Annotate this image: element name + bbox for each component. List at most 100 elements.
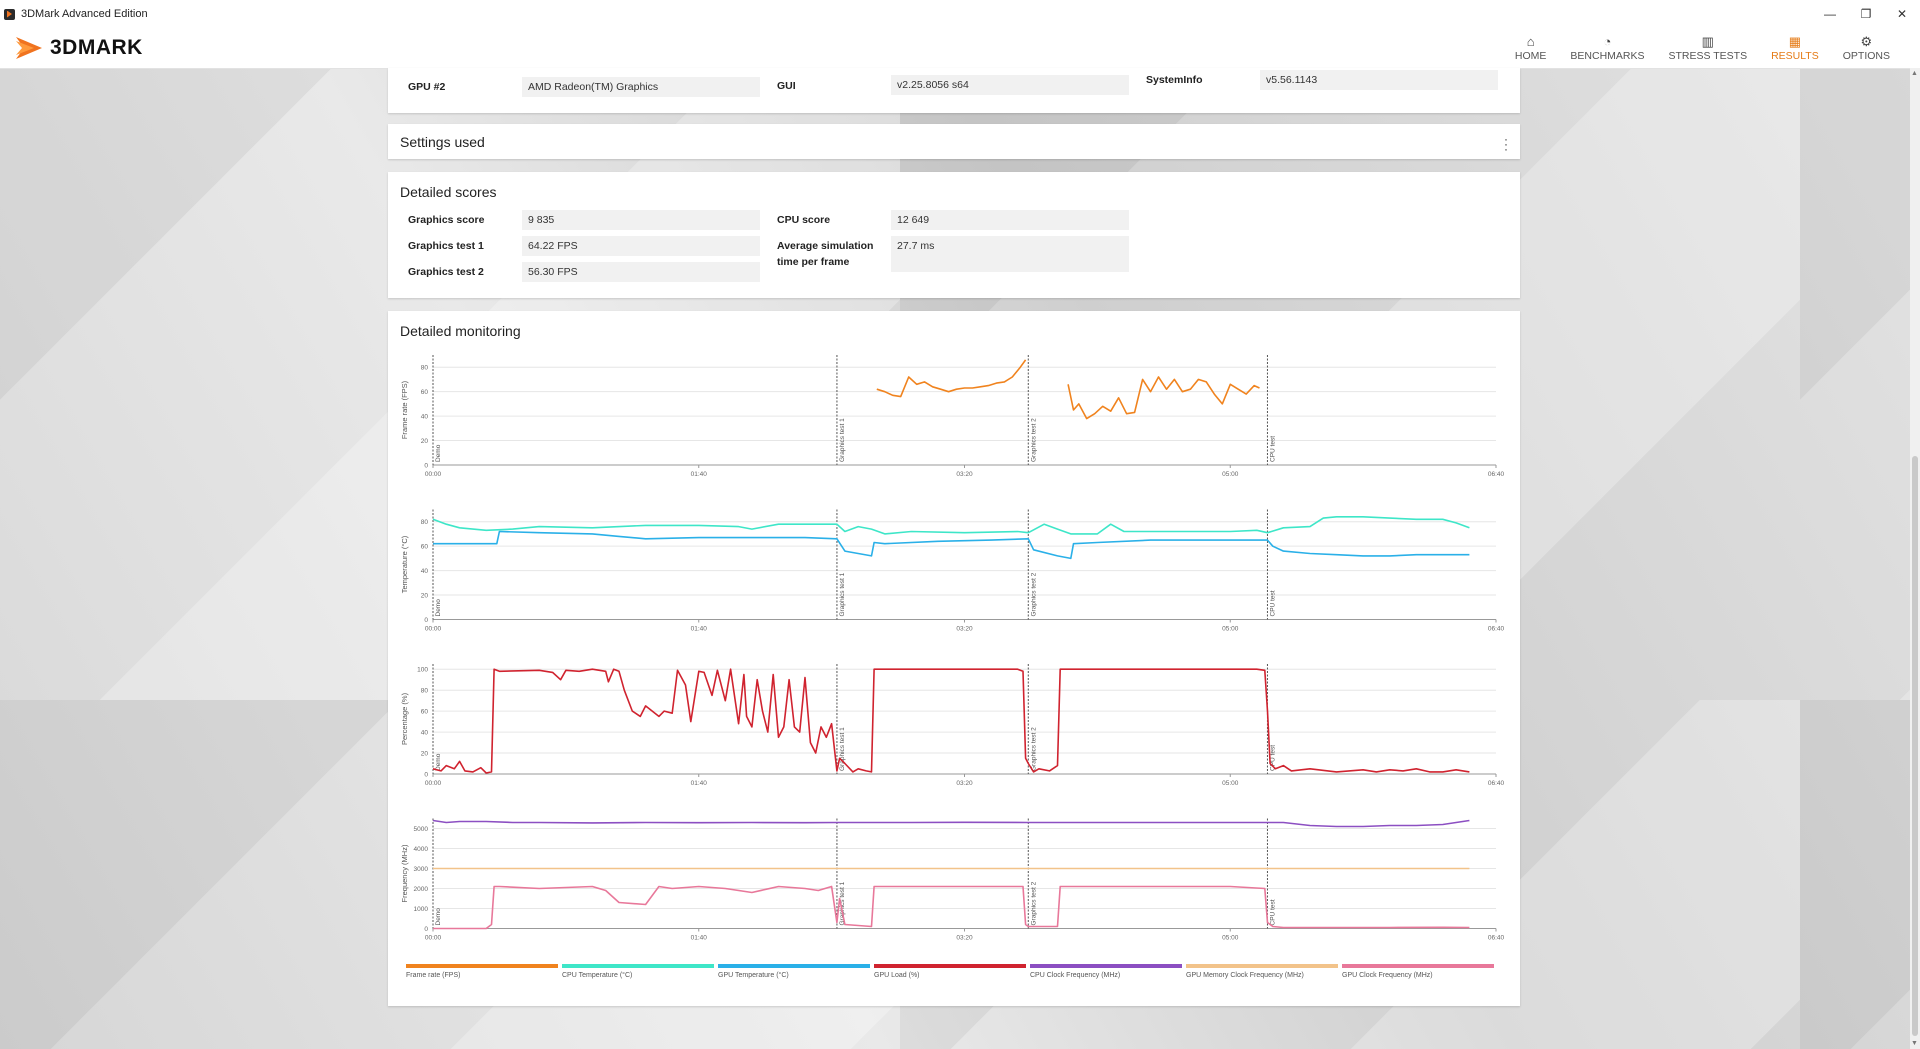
phase-label: CPU test xyxy=(1269,436,1276,462)
graphics-score-value: 9 835 xyxy=(522,210,760,230)
legend-swatch xyxy=(718,964,870,968)
legend-item[interactable]: CPU Temperature (°C) xyxy=(562,964,718,979)
legend-swatch xyxy=(1342,964,1494,968)
y-tick-label: 60 xyxy=(421,709,429,716)
x-tick-label: 03:20 xyxy=(956,626,973,633)
legend-item[interactable]: GPU Temperature (°C) xyxy=(718,964,874,979)
gpu2-value: AMD Radeon(TM) Graphics xyxy=(522,77,760,97)
phase-label: Graphics test 2 xyxy=(1030,418,1037,462)
series-line xyxy=(433,530,1470,560)
x-tick-label: 05:00 xyxy=(1222,935,1239,942)
y-tick-label: 0 xyxy=(424,772,428,779)
x-tick-label: 01:40 xyxy=(691,780,708,787)
legend-item[interactable]: Frame rate (FPS) xyxy=(406,964,562,979)
x-tick-label: 00:00 xyxy=(425,935,442,942)
nav-label: HOME xyxy=(1514,50,1547,62)
gui-label: GUI xyxy=(777,80,796,92)
x-tick-label: 05:00 xyxy=(1222,626,1239,633)
y-tick-label: 1000 xyxy=(414,906,429,913)
y-tick-label: 5000 xyxy=(414,826,429,833)
settings-used-title: Settings used xyxy=(400,134,485,150)
x-tick-label: 03:20 xyxy=(956,780,973,787)
x-tick-label: 03:20 xyxy=(956,935,973,942)
scrollbar-thumb[interactable] xyxy=(1912,456,1918,1036)
legend-item[interactable]: CPU Clock Frequency (MHz) xyxy=(1030,964,1186,979)
y-tick-label: 2000 xyxy=(414,886,429,893)
y-tick-label: 3000 xyxy=(414,866,429,873)
detailed-scores-panel: Detailed scores Graphics score 9 835 Gra… xyxy=(388,172,1520,298)
logo-flame-icon xyxy=(16,37,42,59)
phase-label: Graphics test 1 xyxy=(839,418,846,462)
restore-button[interactable]: ❐ xyxy=(1848,0,1884,28)
y-tick-label: 0 xyxy=(424,617,428,624)
results-icon: ▦ xyxy=(1788,34,1802,49)
y-axis-label: Frequency (MHz) xyxy=(400,844,409,902)
x-tick-label: 01:40 xyxy=(691,626,708,633)
legend-swatch xyxy=(562,964,714,968)
scroll-up-icon[interactable]: ▲ xyxy=(1911,70,1918,77)
systeminfo-label: SystemInfo xyxy=(1146,74,1203,86)
series-line xyxy=(432,516,1470,535)
app-header: 3DMARK ⌂ HOME ◔ BENCHMARKS ▥ STRESS TESTS ▦ RES… xyxy=(0,28,1920,69)
detailed-monitoring-title: Detailed monitoring xyxy=(400,323,521,339)
y-tick-label: 100 xyxy=(417,667,428,674)
window-titlebar: 3DMark Advanced Edition — ❐ ✕ xyxy=(0,0,1920,29)
x-tick-label: 06:40 xyxy=(1488,626,1505,633)
y-tick-label: 40 xyxy=(421,730,429,737)
nav-benchmarks[interactable]: ◔ BENCHMARKS xyxy=(1558,28,1656,68)
legend-swatch xyxy=(1186,964,1338,968)
avg-sim-label-2: time per frame xyxy=(777,256,850,268)
legend-label: GPU Temperature (°C) xyxy=(718,972,789,979)
phase-label: Graphics test 2 xyxy=(1030,881,1037,925)
gpu2-label: GPU #2 xyxy=(408,81,446,93)
system-info-panel: GPU #2 AMD Radeon(TM) Graphics GUI v2.25… xyxy=(388,68,1520,113)
series-line xyxy=(432,668,1470,774)
phase-label: Demo xyxy=(435,599,442,617)
legend-label: Frame rate (FPS) xyxy=(406,972,461,979)
more-options-icon[interactable]: · · · xyxy=(1504,133,1508,155)
legend-swatch xyxy=(1030,964,1182,968)
graphics-score-label: Graphics score xyxy=(408,214,485,226)
close-button[interactable]: ✕ xyxy=(1884,0,1920,28)
series-line xyxy=(1067,376,1260,420)
phase-label: Graphics test 1 xyxy=(839,572,846,616)
x-tick-label: 00:00 xyxy=(425,626,442,633)
y-tick-label: 20 xyxy=(421,593,429,600)
graphics-test1-value: 64.22 FPS xyxy=(522,236,760,256)
legend-item[interactable]: GPU Memory Clock Frequency (MHz) xyxy=(1186,964,1342,979)
settings-used-panel[interactable]: Settings used · · · xyxy=(388,124,1520,159)
scroll-down-icon[interactable]: ▼ xyxy=(1911,1040,1918,1047)
phase-label: Demo xyxy=(435,444,442,462)
y-axis-label: Percentage (%) xyxy=(400,692,409,745)
gui-value: v2.25.8056 s64 xyxy=(891,75,1129,95)
chart-legend: Frame rate (FPS) CPU Temperature (°C) GPU … xyxy=(406,964,1498,979)
y-tick-label: 40 xyxy=(421,414,429,421)
avg-sim-label-1: Average simulation xyxy=(777,240,874,252)
x-tick-label: 01:40 xyxy=(691,471,708,478)
nav-options[interactable]: ⚙ OPTIONS xyxy=(1831,28,1902,68)
nav-stress-tests[interactable]: ▥ STRESS TESTS xyxy=(1657,28,1760,68)
detailed-monitoring-panel: Detailed monitoring 0 20 40 60 80 Frame rate … xyxy=(388,311,1520,1006)
phase-label: CPU test xyxy=(1269,899,1276,925)
nav-label: STRESS TESTS xyxy=(1668,50,1748,62)
page-scrollbar[interactable]: ▲ ▼ xyxy=(1910,68,1920,1049)
legend-label: GPU Load (%) xyxy=(874,972,920,979)
minimize-button[interactable]: — xyxy=(1812,0,1848,28)
gear-icon: ⚙ xyxy=(1860,34,1873,49)
main-nav: ⌂ HOME ◔ BENCHMARKS ▥ STRESS TESTS ▦ RESULTS ⚙ OP… xyxy=(1503,28,1902,68)
phase-label: Demo xyxy=(435,753,442,771)
nav-label: BENCHMARKS xyxy=(1570,50,1645,62)
x-tick-label: 06:40 xyxy=(1488,471,1505,478)
y-tick-label: 0 xyxy=(424,463,428,470)
legend-item[interactable]: GPU Clock Frequency (MHz) xyxy=(1342,964,1498,979)
window-title: 3DMark Advanced Edition xyxy=(21,8,148,20)
logo[interactable]: 3DMARK xyxy=(14,30,143,66)
logo-text: 3DMARK xyxy=(50,36,143,59)
x-tick-label: 01:40 xyxy=(691,935,708,942)
series-line xyxy=(876,359,1027,398)
avg-sim-value: 27.7 ms xyxy=(891,236,1129,272)
nav-results[interactable]: ▦ RESULTS xyxy=(1759,28,1831,68)
nav-home[interactable]: ⌂ HOME xyxy=(1503,28,1559,68)
legend-item[interactable]: GPU Load (%) xyxy=(874,964,1030,979)
monitoring-charts[interactable]: 0 20 40 60 80 Frame rate (FPS) 00:00 01:40 03:20… xyxy=(388,351,1520,961)
